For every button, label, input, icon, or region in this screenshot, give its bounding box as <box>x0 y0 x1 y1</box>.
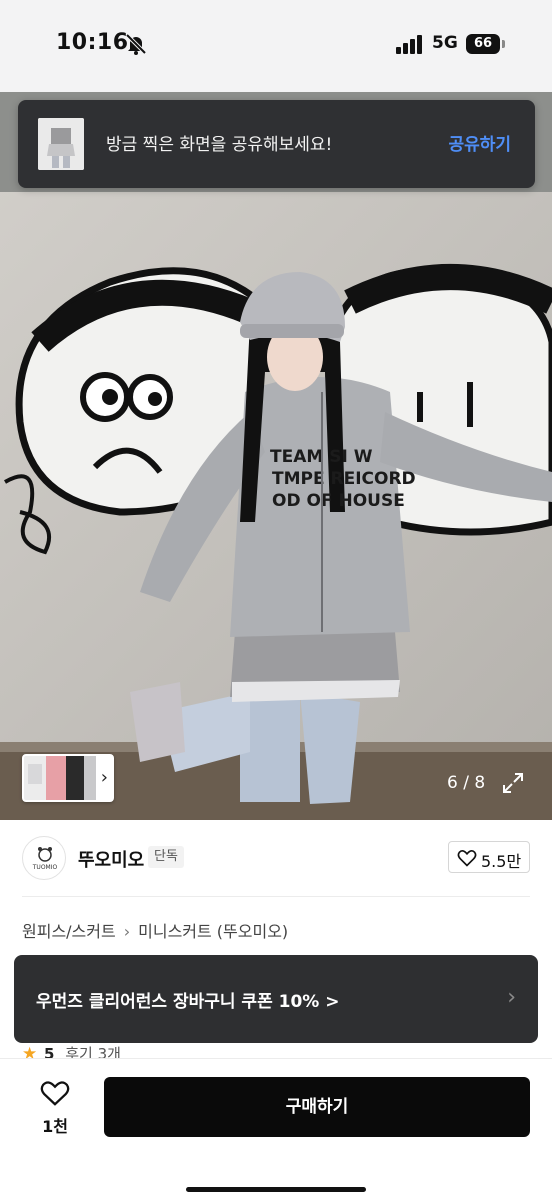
product-image[interactable]: TEAM SI W TMPE REICORD OD OF HOUSE <box>0 92 552 820</box>
brand-like-button[interactable]: 5.5만 <box>448 841 530 873</box>
wishlist-count: 1천 <box>42 1117 68 1136</box>
expand-icon[interactable] <box>502 772 524 794</box>
home-indicator <box>186 1187 366 1192</box>
wishlist-button[interactable]: 1천 <box>30 1079 80 1139</box>
coupon-banner[interactable]: 우먼즈 클리어런스 장바구니 쿠폰 10% > › <box>14 955 538 1043</box>
brand-name[interactable]: 뚜오미오 <box>78 846 144 872</box>
image-counter: 6 / 8 <box>447 773 486 793</box>
bell-slash-icon <box>125 33 147 55</box>
battery-tip <box>502 40 505 48</box>
graffiti-text-3: OD OF HOUSE <box>272 491 405 511</box>
brand-logo-text: TUOMIO <box>32 864 58 871</box>
bottom-action-bar: 1천 구매하기 <box>0 1058 552 1200</box>
chevron-right-icon: › <box>123 922 131 941</box>
screenshot-thumbnail[interactable] <box>38 118 84 170</box>
buy-button[interactable]: 구매하기 <box>104 1077 530 1137</box>
share-toast-message: 방금 찍은 화면을 공유해보세요! <box>106 135 333 155</box>
coupon-text: 우먼즈 클리어런스 장바구니 쿠폰 10% > <box>36 992 340 1012</box>
heart-icon <box>457 850 477 867</box>
breadcrumb-subcategory[interactable]: 미니스커트 (뚜오미오) <box>138 918 288 942</box>
exclusive-badge: 단독 <box>148 846 184 868</box>
network-type: 5G <box>432 33 458 53</box>
breadcrumb-category[interactable]: 원피스/스커트 <box>22 918 116 942</box>
thumbnail-strip-button[interactable]: › <box>22 754 114 802</box>
breadcrumb: 원피스/스커트 › 미니스커트 (뚜오미오) <box>22 918 288 942</box>
status-bar: 10:16 5G 66 <box>0 0 552 92</box>
graffiti-text-2: TMPE REICORD <box>272 469 416 489</box>
brand-like-count: 5.5만 <box>481 852 522 871</box>
share-toast: 방금 찍은 화면을 공유해보세요! 공유하기 <box>18 100 535 188</box>
brand-logo[interactable]: TUOMIO <box>22 836 66 880</box>
chevron-right-icon: › <box>100 767 108 788</box>
status-time: 10:16 <box>56 30 129 55</box>
chevron-right-icon: › <box>507 985 516 1010</box>
thumbnail-icon <box>38 118 84 170</box>
divider <box>22 896 530 897</box>
product-photo: TEAM SI W TMPE REICORD OD OF HOUSE <box>0 92 552 820</box>
share-button[interactable]: 공유하기 <box>448 130 511 155</box>
brand-logo-icon <box>38 847 52 862</box>
signal-icon <box>396 35 422 54</box>
heart-icon <box>40 1081 70 1106</box>
battery-icon: 66 <box>466 34 500 54</box>
